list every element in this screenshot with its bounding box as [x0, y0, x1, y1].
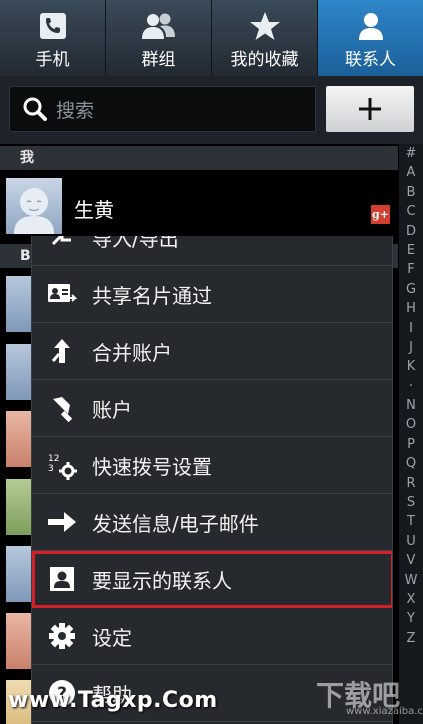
index-letter[interactable]: P — [407, 435, 415, 454]
index-letter[interactable]: O — [406, 415, 416, 434]
group-icon — [140, 9, 178, 43]
avatar — [6, 411, 32, 467]
index-letter[interactable]: I — [409, 319, 413, 338]
index-letter[interactable]: V — [407, 551, 416, 570]
index-letter[interactable]: R — [406, 474, 415, 493]
import-export-icon — [45, 236, 79, 254]
my-profile-name: 生黄 — [74, 198, 114, 222]
tab-contacts-label: 联系人 — [345, 50, 396, 70]
tab-phone-label: 手机 — [35, 50, 70, 70]
tab-groups[interactable]: 群组 — [106, 0, 212, 76]
search-icon — [22, 96, 48, 122]
menu-item-accounts[interactable]: 账户 — [32, 380, 392, 437]
star-icon — [249, 9, 281, 43]
menu-item-send-message[interactable]: 发送信息/电子邮件 — [32, 494, 392, 551]
index-letter[interactable]: · — [409, 377, 413, 396]
tab-favorites-label: 我的收藏 — [230, 50, 299, 70]
plus-icon — [359, 98, 381, 120]
menu-item-label: 要显示的联系人 — [92, 568, 232, 593]
menu-item-merge-accounts[interactable]: 合并账户 — [32, 323, 392, 380]
person-icon — [356, 9, 386, 43]
menu-item-label: 合并账户 — [92, 340, 172, 365]
index-letter[interactable]: B — [407, 183, 416, 202]
menu-item-label: 共享名片通过 — [92, 283, 212, 308]
avatar — [6, 613, 32, 669]
index-letter[interactable]: C — [406, 202, 415, 221]
avatar — [6, 344, 32, 400]
index-letter[interactable]: # — [406, 144, 417, 163]
index-letter[interactable]: J — [409, 338, 413, 357]
index-letter[interactable]: Z — [407, 629, 416, 648]
tab-phone[interactable]: 手机 — [0, 0, 106, 76]
avatar — [6, 178, 62, 234]
index-letter[interactable]: X — [407, 590, 416, 609]
index-letter[interactable]: D — [406, 222, 416, 241]
menu-item-contacts-to-display[interactable]: 要显示的联系人 — [32, 551, 392, 608]
gear-icon — [45, 619, 79, 653]
index-letter[interactable]: F — [407, 260, 414, 279]
my-profile-row[interactable]: 生黄 — [0, 170, 398, 240]
key-icon — [45, 391, 79, 425]
search-placeholder: 搜索 — [56, 99, 95, 122]
tab-contacts[interactable]: 联系人 — [318, 0, 423, 76]
index-letter[interactable]: Q — [406, 454, 416, 473]
menu-item-speed-dial[interactable]: 12 3 快速拨号设置 — [32, 437, 392, 494]
index-letter[interactable]: W — [405, 571, 418, 590]
avatar — [6, 479, 32, 535]
avatar — [6, 546, 32, 602]
menu-item-label: 发送信息/电子邮件 — [92, 511, 259, 536]
menu-item-share-card[interactable]: 共享名片通过 — [32, 266, 392, 323]
section-header-me: 我 — [0, 146, 398, 170]
speed-dial-icon: 12 3 — [45, 448, 79, 482]
merge-icon — [45, 334, 79, 368]
tab-favorites[interactable]: 我的收藏 — [212, 0, 318, 76]
google-plus-badge-icon: g+ — [371, 205, 390, 224]
watermark-logo-url: www.xiazaiba.com — [346, 706, 423, 717]
index-letter[interactable]: N — [406, 396, 416, 415]
options-menu: 导入/导出 共享名片通过 合并账户 账户 12 3 快速拨号设置 发送信息/电子邮… — [31, 236, 393, 724]
arrow-right-icon — [45, 505, 79, 539]
tab-bar: 手机 群组 我的收藏 联系人 — [0, 0, 423, 76]
menu-item-label: 设定 — [92, 625, 132, 650]
search-row: 搜索 — [0, 76, 423, 144]
tab-groups-label: 群组 — [141, 50, 176, 70]
index-letter[interactable]: E — [407, 241, 415, 260]
avatar — [6, 276, 32, 332]
menu-item-label: 账户 — [92, 397, 132, 422]
watermark-site: www.Tagxp.Com — [8, 688, 218, 713]
index-letter[interactable]: G — [406, 280, 416, 299]
index-letter[interactable]: Y — [407, 609, 415, 628]
menu-item-label: 快速拨号设置 — [92, 454, 212, 479]
index-letter[interactable]: K — [407, 357, 416, 376]
index-letter[interactable]: A — [407, 163, 416, 182]
index-letter[interactable]: S — [407, 493, 415, 512]
index-letter[interactable]: T — [407, 512, 415, 531]
menu-item-label: 导入/导出 — [92, 236, 179, 251]
phone-icon — [38, 9, 68, 43]
alphabet-index-bar[interactable]: # A B C D E F G H I J K · N O P Q R S T U V W X Y Z — [399, 144, 423, 724]
svg-text:3: 3 — [48, 464, 54, 474]
add-contact-button[interactable] — [326, 86, 414, 132]
index-letter[interactable]: H — [406, 299, 416, 318]
contact-card-icon — [45, 562, 79, 596]
menu-item-import-export[interactable]: 导入/导出 — [32, 236, 392, 266]
svg-text:12: 12 — [48, 454, 59, 464]
menu-item-settings[interactable]: 设定 — [32, 608, 392, 665]
share-card-icon — [45, 277, 79, 311]
search-input[interactable]: 搜索 — [9, 86, 316, 132]
index-letter[interactable]: U — [406, 532, 416, 551]
